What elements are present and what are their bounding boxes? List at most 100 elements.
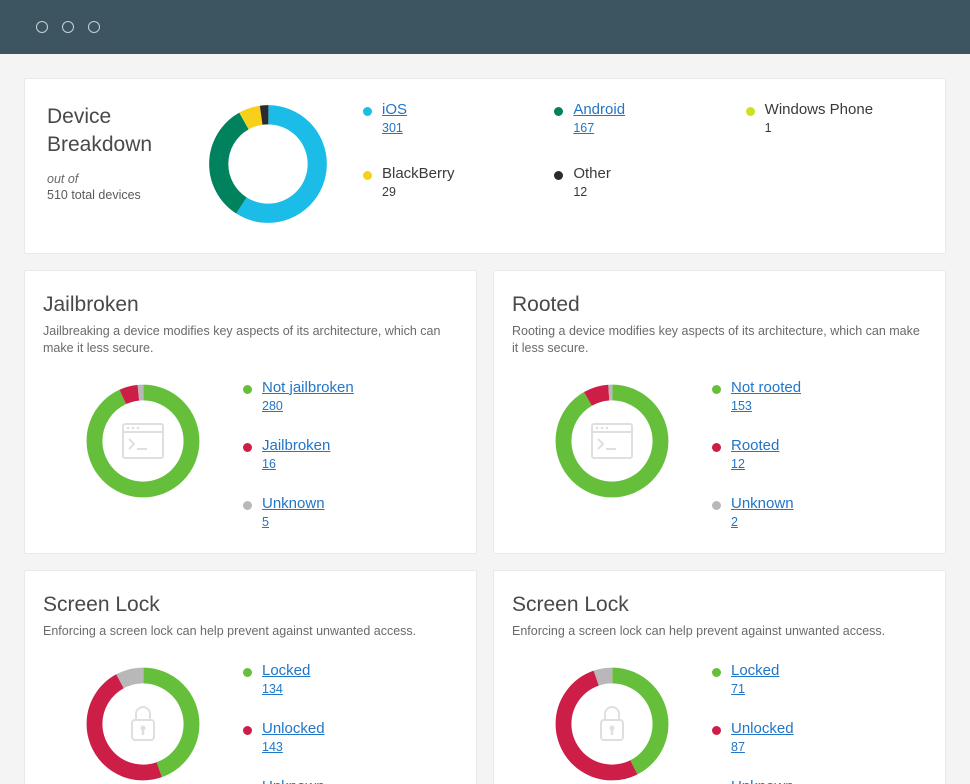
panel-chart-wrap — [512, 660, 712, 784]
rooted-donut-chart — [548, 377, 676, 505]
legend-count[interactable]: 167 — [573, 121, 625, 135]
legend-bullet-icon — [554, 107, 563, 116]
legend-item: Unknown24 — [243, 778, 452, 784]
legend-body: Not rooted 153 — [731, 379, 801, 413]
legend-item: Rooted 12 — [712, 437, 921, 471]
panel-description: Rooting a device modifies key aspects of… — [512, 323, 921, 357]
legend-bullet-icon — [712, 668, 721, 677]
legend-item-blackberry: BlackBerry 29 — [363, 165, 534, 199]
window-control-zoom[interactable] — [88, 21, 100, 33]
card-device-breakdown: Device Breakdown out of 510 total device… — [24, 78, 946, 254]
legend-count[interactable]: 5 — [262, 515, 325, 529]
card-rooted: Rooted Rooting a device modifies key aspe… — [493, 270, 946, 554]
terminal-icon — [122, 423, 164, 459]
legend-count[interactable]: 16 — [262, 457, 330, 471]
window-control-minimize[interactable] — [62, 21, 74, 33]
dashboard-content: Device Breakdown out of 510 total device… — [0, 54, 970, 784]
legend-label[interactable]: Locked — [262, 662, 310, 679]
panel-description: Enforcing a screen lock can help prevent… — [43, 623, 452, 640]
legend-label[interactable]: Unlocked — [262, 720, 325, 737]
legend-item: Unknown 2 — [712, 495, 921, 529]
device-breakdown-legend: iOS 301 Android 167 Windows Phone1 BlackBerry… — [363, 99, 917, 199]
hero-header: Device Breakdown out of 510 total device… — [47, 99, 199, 202]
panel-body: Not rooted 153 Rooted 12 Unknown 2 — [512, 377, 921, 529]
legend-count[interactable]: 134 — [262, 682, 310, 696]
legend-body: Unknown 5 — [262, 495, 325, 529]
legend-body: Locked 134 — [262, 662, 310, 696]
legend-bullet-icon — [746, 107, 755, 116]
panel-legend: Not rooted 153 Rooted 12 Unknown 2 — [712, 377, 921, 529]
legend-count: 29 — [382, 185, 455, 199]
panel-title: Jailbroken — [43, 293, 452, 317]
legend-label[interactable]: Unlocked — [731, 720, 794, 737]
legend-bullet-icon — [243, 443, 252, 452]
legend-item: Locked 71 — [712, 662, 921, 696]
legend-label[interactable]: Unknown — [262, 778, 325, 784]
legend-item-windows: Windows Phone1 — [746, 101, 917, 135]
lock-icon — [128, 704, 158, 744]
legend-label[interactable]: Not rooted — [731, 379, 801, 396]
screenlock-b-donut-chart — [548, 660, 676, 784]
legend-item: Unknown9 — [712, 778, 921, 784]
legend-item-android: Android 167 — [554, 101, 725, 135]
legend-item: Unlocked 87 — [712, 720, 921, 754]
card-screenlock-a: Screen LockEnforcing a screen lock can h… — [24, 570, 477, 784]
legend-item: Not rooted 153 — [712, 379, 921, 413]
hero-subtitle-total: 510 total devices — [47, 188, 199, 202]
legend-label[interactable]: Unknown — [731, 495, 794, 512]
jailbroken-donut-chart — [79, 377, 207, 505]
legend-bullet-icon — [554, 171, 563, 180]
legend-body: Unlocked 143 — [262, 720, 325, 754]
window-control-close[interactable] — [36, 21, 48, 33]
legend-count[interactable]: 280 — [262, 399, 354, 413]
legend-count[interactable]: 143 — [262, 740, 325, 754]
legend-count[interactable]: 87 — [731, 740, 794, 754]
legend-body: iOS 301 — [382, 101, 407, 135]
panel-body: Not jailbroken 280 Jailbroken 16 Unknown 5 — [43, 377, 452, 529]
legend-label[interactable]: Jailbroken — [262, 437, 330, 454]
panel-legend: Locked 71 Unlocked 87 Unknown9 — [712, 660, 921, 784]
legend-label[interactable]: Unknown — [731, 778, 794, 784]
panel-chart-wrap — [43, 377, 243, 529]
legend-bullet-icon — [243, 501, 252, 510]
legend-item: Locked 134 — [243, 662, 452, 696]
hero-subtitle-prefix: out of — [47, 172, 199, 186]
legend-label: Other — [573, 165, 611, 182]
panel-title: Rooted — [512, 293, 921, 317]
legend-item: Unlocked 143 — [243, 720, 452, 754]
legend-item: Not jailbroken 280 — [243, 379, 452, 413]
legend-body: Android 167 — [573, 101, 625, 135]
legend-count[interactable]: 12 — [731, 457, 779, 471]
legend-bullet-icon — [363, 171, 372, 180]
legend-label[interactable]: iOS — [382, 101, 407, 118]
panels-grid: Jailbroken Jailbreaking a device modifies… — [24, 270, 946, 784]
terminal-icon — [591, 423, 633, 459]
legend-label[interactable]: Rooted — [731, 437, 779, 454]
legend-body: Windows Phone1 — [765, 101, 873, 135]
panel-body: Locked 71 Unlocked 87 Unknown9 — [512, 660, 921, 784]
legend-count[interactable]: 71 — [731, 682, 779, 696]
legend-count[interactable]: 2 — [731, 515, 794, 529]
legend-label: BlackBerry — [382, 165, 455, 182]
legend-count: 12 — [573, 185, 611, 199]
panel-title: Screen Lock — [512, 593, 921, 617]
legend-label[interactable]: Not jailbroken — [262, 379, 354, 396]
panel-description: Enforcing a screen lock can help prevent… — [512, 623, 921, 640]
legend-body: Not jailbroken 280 — [262, 379, 354, 413]
legend-count: 1 — [765, 121, 873, 135]
panel-description: Jailbreaking a device modifies key aspec… — [43, 323, 452, 357]
legend-body: Rooted 12 — [731, 437, 779, 471]
lock-icon — [597, 704, 627, 744]
legend-count[interactable]: 153 — [731, 399, 801, 413]
legend-label[interactable]: Android — [573, 101, 625, 118]
legend-bullet-icon — [712, 443, 721, 452]
legend-count[interactable]: 301 — [382, 121, 407, 135]
panel-body: Locked 134 Unlocked 143 Unknown24 — [43, 660, 452, 784]
legend-body: Locked 71 — [731, 662, 779, 696]
legend-label[interactable]: Unknown — [262, 495, 325, 512]
legend-item-other: Other 12 — [554, 165, 725, 199]
legend-bullet-icon — [712, 501, 721, 510]
legend-bullet-icon — [243, 385, 252, 394]
device-breakdown-donut-chart — [203, 99, 333, 229]
legend-label[interactable]: Locked — [731, 662, 779, 679]
